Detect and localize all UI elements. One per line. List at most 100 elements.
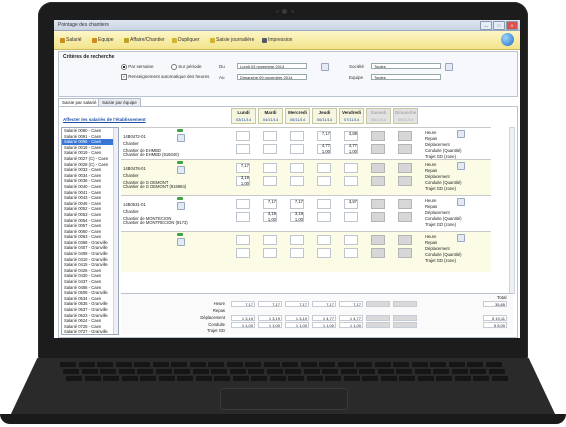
hour-input[interactable] <box>398 235 412 245</box>
toolbar-saisie-button[interactable]: Saisie journalière <box>210 37 254 43</box>
hour-input[interactable] <box>236 199 250 209</box>
delete-icon[interactable] <box>457 130 465 138</box>
detail-input[interactable] <box>290 176 304 186</box>
auto-hours-checkbox[interactable]: ✓ Renseignement automatique des heures <box>121 74 209 80</box>
delete-icon[interactable] <box>457 234 465 242</box>
detail-input[interactable] <box>290 144 304 154</box>
keyboard-key <box>245 362 261 367</box>
hour-input[interactable] <box>290 235 304 245</box>
hour-input[interactable] <box>290 131 304 141</box>
maximize-button[interactable]: □ <box>493 21 505 30</box>
keyboard-key <box>303 369 320 374</box>
keyboard-key <box>211 369 227 374</box>
toolbar-equipe-button[interactable]: Equipe <box>92 37 114 43</box>
total-cell: 1 3,19 <box>258 315 282 321</box>
hour-input[interactable] <box>236 235 250 245</box>
detail-input[interactable] <box>290 248 304 258</box>
detail-input[interactable] <box>317 176 331 186</box>
detail-input[interactable] <box>371 144 385 154</box>
hour-value: 1,00 <box>348 149 357 154</box>
detail-input[interactable] <box>317 212 331 222</box>
globe-icon[interactable] <box>501 33 514 46</box>
hour-input[interactable] <box>263 163 277 173</box>
scrollbar[interactable] <box>113 128 118 334</box>
toolbar-salarie-button[interactable]: Salarié <box>60 37 82 43</box>
hour-input[interactable] <box>371 235 385 245</box>
hour-value: 7,17 <box>321 131 330 136</box>
toolbar-impression-button[interactable]: Impression <box>262 37 292 43</box>
hour-input[interactable] <box>344 163 358 173</box>
toolbar-affaire-button[interactable]: Affaire/Chantier <box>124 37 165 43</box>
hour-input[interactable] <box>371 163 385 173</box>
date-from-field[interactable]: Lundi 03 novembre 2014 <box>237 63 307 69</box>
totals-panel: Total Heure Repas Déplacement Conduite Traje… <box>121 293 513 334</box>
hour-input[interactable] <box>398 163 412 173</box>
hour-input[interactable] <box>398 131 412 141</box>
detail-input[interactable] <box>344 248 358 258</box>
edit-icon[interactable] <box>177 166 185 174</box>
edit-icon[interactable] <box>177 238 185 246</box>
scrollbar[interactable] <box>509 127 515 294</box>
keyboard-key <box>118 369 135 374</box>
detail-input[interactable] <box>398 176 412 186</box>
detail-input[interactable] <box>371 176 385 186</box>
detail-input[interactable] <box>371 248 385 258</box>
delete-icon[interactable] <box>457 198 465 206</box>
date-to-field[interactable]: Dimanche 09 novembre 2014 <box>237 74 307 80</box>
chantier-chantier[interactable]: Chantier <box>123 141 139 146</box>
hour-input[interactable] <box>263 235 277 245</box>
chantier-block: 14B0472-01 Chantier Chantier de EHMBD Chant… <box>121 127 491 160</box>
chantier-chantier[interactable]: Chantier <box>123 173 139 178</box>
hour-input[interactable] <box>398 199 412 209</box>
minimize-button[interactable]: — <box>480 21 492 30</box>
hour-input[interactable] <box>344 235 358 245</box>
detail-input[interactable] <box>344 212 358 222</box>
day-name: Mercredi <box>288 110 307 115</box>
sensor-icon <box>291 10 294 13</box>
radio-period-label: Sur période <box>178 64 202 70</box>
hour-input[interactable] <box>290 163 304 173</box>
grand-total-cell: 5 5,00 <box>483 322 507 328</box>
detail-input[interactable] <box>344 176 358 186</box>
calendar-picker-icon[interactable] <box>321 63 329 71</box>
status-bar-icon <box>177 197 183 200</box>
hour-value: 7,17 <box>267 199 276 204</box>
toolbar-dupliquer-button[interactable]: Dupliquer <box>172 37 199 43</box>
chantier-chantier[interactable]: Chantier <box>123 209 139 214</box>
day-column-header: Vendredi 07/11/14 <box>339 108 364 124</box>
detail-input[interactable] <box>398 144 412 154</box>
hour-input[interactable] <box>317 163 331 173</box>
hour-input[interactable] <box>317 199 331 209</box>
detail-input[interactable] <box>398 212 412 222</box>
hour-input[interactable] <box>317 235 331 245</box>
detail-input[interactable] <box>263 144 277 154</box>
chantier-code[interactable]: 14B0478-01 <box>123 166 146 171</box>
refresh-icon[interactable] <box>445 63 453 71</box>
chantier-code[interactable]: 14B0531-01 <box>123 202 146 207</box>
societe-select[interactable]: Toutes <box>371 63 441 69</box>
employee-list[interactable]: Salarié 0080 - Caen Salarié 0091 - Caen Sa… <box>61 127 119 335</box>
detail-input[interactable] <box>263 248 277 258</box>
assign-employees-link[interactable]: Affecter les salariés de l'établissement <box>63 117 146 122</box>
chantier-code[interactable]: 14B0472-01 <box>123 134 146 139</box>
equipe-select[interactable]: Toutes <box>371 74 441 80</box>
keyboard-key <box>208 362 224 367</box>
delete-icon[interactable] <box>457 162 465 170</box>
radio-week[interactable]: Par semaine <box>121 64 154 70</box>
hour-input[interactable] <box>263 131 277 141</box>
hour-input[interactable] <box>371 131 385 141</box>
hour-input[interactable] <box>371 199 385 209</box>
edit-icon[interactable] <box>177 202 185 210</box>
detail-input[interactable] <box>317 248 331 258</box>
keyboard-key <box>195 376 212 381</box>
detail-input[interactable] <box>398 248 412 258</box>
detail-input[interactable] <box>236 144 250 154</box>
detail-input[interactable] <box>236 248 250 258</box>
edit-icon[interactable] <box>177 134 185 142</box>
close-button[interactable]: X <box>506 21 518 30</box>
radio-period[interactable]: Sur période <box>171 64 202 70</box>
hour-input[interactable] <box>236 131 250 141</box>
detail-input[interactable] <box>263 176 277 186</box>
detail-input[interactable] <box>236 212 250 222</box>
detail-input[interactable] <box>371 212 385 222</box>
